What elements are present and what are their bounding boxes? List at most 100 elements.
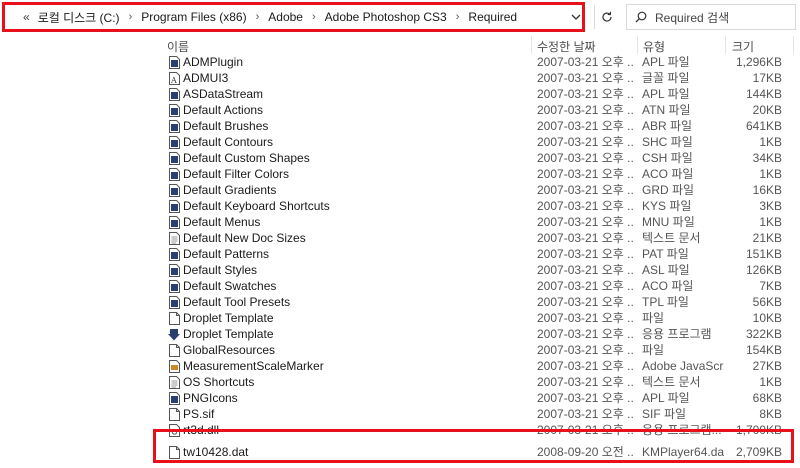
file-name: Default Menus [183, 215, 261, 229]
breadcrumb-separator-icon[interactable]: › [129, 11, 133, 23]
file-size: 16KB [752, 183, 782, 197]
file-type: 응용 프로그램 [642, 327, 712, 341]
text-file-icon [167, 230, 181, 246]
file-row[interactable]: Default Custom Shapes 2007-03-21 오후 ... CS… [163, 150, 800, 166]
file-name: Default Contours [183, 135, 274, 149]
address-overflow-chevron[interactable]: « [23, 10, 30, 24]
file-date: 2007-03-21 오후 ... [537, 55, 633, 69]
file-type: GRD 파일 [642, 183, 695, 197]
file-size: 20KB [752, 103, 782, 117]
file-type: 글꼴 파일 [642, 71, 690, 85]
file-row[interactable]: MeasurementScaleMarker 2007-03-21 오후 ... A… [163, 358, 800, 374]
file-size: 10KB [752, 311, 782, 325]
file-row[interactable]: Droplet Template 2007-03-21 오후 ... 응용 프로그램… [163, 326, 800, 342]
file-dark-icon [167, 214, 181, 230]
column-divider[interactable] [637, 36, 638, 54]
file-row[interactable]: Default Menus 2007-03-21 오후 ... MNU 파일 1KB [163, 214, 800, 230]
file-size: 21KB [752, 231, 782, 245]
file-row[interactable]: Default Brushes 2007-03-21 오후 ... ABR 파일 64… [163, 118, 800, 134]
column-divider[interactable] [531, 36, 532, 54]
file-row[interactable]: Default Styles 2007-03-21 오후 ... ASL 파일 126… [163, 262, 800, 278]
file-row[interactable]: Default Actions 2007-03-21 오후 ... ATN 파일 20… [163, 102, 800, 118]
file-row[interactable]: PNGIcons 2007-03-21 오후 ... APL 파일 68KB [163, 390, 800, 406]
file-row[interactable]: ADMPlugin 2007-03-21 오후 ... APL 파일 1,296KB [163, 54, 800, 70]
file-type: ACO 파일 [642, 167, 694, 181]
file-size: 1,296KB [735, 55, 782, 69]
file-row[interactable]: PS.sif 2007-03-21 오후 ... SIF 파일 8KB [163, 406, 800, 422]
file-size: 322KB [745, 327, 782, 341]
file-date: 2007-03-21 오후 ... [537, 119, 633, 133]
file-type: SHC 파일 [642, 135, 693, 149]
file-row[interactable]: Default Patterns 2007-03-21 오후 ... PAT 파일 1… [163, 246, 800, 262]
file-size: 17KB [752, 71, 782, 85]
file-row[interactable]: Default New Doc Sizes 2007-03-21 오후 ... 텍스… [163, 230, 800, 246]
breadcrumb-program-files[interactable]: Program Files (x86) [141, 10, 246, 24]
file-size: 27KB [752, 359, 782, 373]
file-list: ADMPlugin 2007-03-21 오후 ... APL 파일 1,296KB A… [163, 54, 800, 459]
file-dark-icon [167, 86, 181, 102]
file-size: 2,709KB [735, 445, 782, 459]
file-size: 8KB [759, 407, 782, 421]
file-size: 1KB [759, 135, 782, 149]
file-type: 파일 [642, 311, 665, 325]
chevron-down-icon [571, 14, 581, 20]
column-divider[interactable] [793, 36, 794, 54]
file-row[interactable]: Default Contours 2007-03-21 오후 ... SHC 파일 1… [163, 134, 800, 150]
file-row[interactable]: Droplet Template 2007-03-21 오후 ... 파일 10KB [163, 310, 800, 326]
file-row[interactable]: Default Tool Presets 2007-03-21 오후 ... TPL… [163, 294, 800, 310]
file-row[interactable]: GlobalResources 2007-03-21 오후 ... 파일 154KB [163, 342, 800, 358]
file-type: 텍스트 문서 [642, 375, 701, 389]
file-row[interactable]: Default Swatches 2007-03-21 오후 ... ACO 파일 7… [163, 278, 800, 294]
file-dark-icon [167, 134, 181, 150]
file-date: 2007-03-21 오후 ... [537, 135, 633, 149]
droplet-app-icon [167, 326, 181, 342]
breadcrumb-local-disk[interactable]: 로컬 디스크 (C:) [38, 9, 120, 26]
file-name: Droplet Template [183, 311, 274, 325]
column-header-size[interactable]: 크기 [732, 38, 754, 55]
breadcrumb-photoshop-cs3[interactable]: Adobe Photoshop CS3 [325, 10, 447, 24]
file-date: 2007-03-21 오후 ... [537, 343, 633, 357]
file-row[interactable]: Default Gradients 2007-03-21 오후 ... GRD 파일… [163, 182, 800, 198]
dll-file-icon [167, 422, 181, 438]
file-row[interactable]: tw10428.dat 2008-09-20 오전 ... KMPlayer64.d… [163, 444, 800, 460]
file-type: MNU 파일 [642, 215, 695, 229]
font-file-icon: A [167, 70, 181, 86]
file-type: 파일 [642, 343, 665, 357]
file-type: CSH 파일 [642, 151, 693, 165]
script-file-icon [167, 358, 181, 374]
address-bar[interactable]: « 로컬 디스크 (C:) › Program Files (x86) › Ad… [2, 2, 585, 32]
file-type: TPL 파일 [642, 295, 689, 309]
column-header-date[interactable]: 수정한 날짜 [537, 38, 596, 55]
file-name: Default Swatches [183, 279, 277, 293]
refresh-button[interactable] [594, 5, 619, 29]
file-row[interactable]: Default Filter Colors 2007-03-21 오후 ... AC… [163, 166, 800, 182]
address-history-dropdown[interactable] [566, 8, 586, 26]
breadcrumb-required[interactable]: Required [468, 10, 517, 24]
file-row[interactable]: A ADMUI3 2007-03-21 오후 ... 글꼴 파일 17KB [163, 70, 800, 86]
search-placeholder: Required 검색 [655, 10, 730, 25]
file-date: 2007-03-21 오후 ... [537, 295, 633, 309]
file-date: 2007-03-21 오후 ... [537, 231, 633, 245]
file-type: 응용 프로그램... [642, 423, 722, 437]
breadcrumb-separator-icon[interactable]: › [312, 11, 316, 23]
file-date: 2007-03-21 오후 ... [537, 199, 633, 213]
blank-file-icon [167, 406, 181, 422]
column-header-name[interactable]: 이름 [167, 38, 189, 55]
file-row[interactable]: OS Shortcuts 2007-03-21 오후 ... 텍스트 문서 1KB [163, 374, 800, 390]
blank-file-icon [167, 310, 181, 326]
file-row[interactable]: rt3d.dll 2007-03-21 오후 ... 응용 프로그램... 1,700… [163, 422, 800, 438]
file-name: Default Tool Presets [183, 295, 291, 309]
file-date: 2007-03-21 오후 ... [537, 359, 633, 373]
file-name: Default Keyboard Shortcuts [183, 199, 330, 213]
column-header-type[interactable]: 유형 [643, 38, 665, 55]
search-input[interactable]: Required 검색 [626, 4, 796, 30]
breadcrumb-separator-icon[interactable]: › [256, 11, 260, 23]
column-divider[interactable] [725, 36, 726, 54]
file-row[interactable]: Default Keyboard Shortcuts 2007-03-21 오후 … [163, 198, 800, 214]
breadcrumb-adobe[interactable]: Adobe [268, 10, 303, 24]
file-date: 2007-03-21 오후 ... [537, 375, 633, 389]
breadcrumb-separator-icon[interactable]: › [456, 11, 460, 23]
file-row[interactable]: ASDataStream 2007-03-21 오후 ... APL 파일 144KB [163, 86, 800, 102]
file-dark-icon [167, 198, 181, 214]
blank-file-icon [167, 444, 181, 460]
